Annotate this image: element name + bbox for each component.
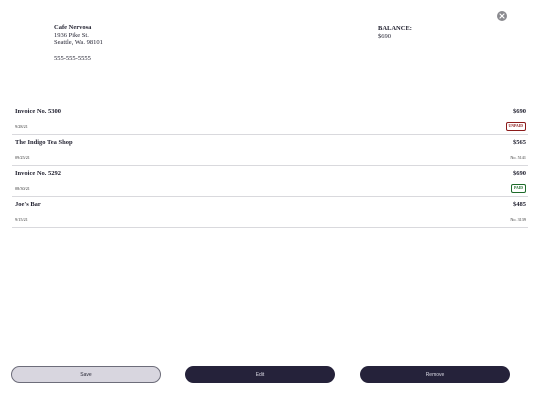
list-item[interactable]: Invoice No. 5300 $690 9/28/21 UNPAID <box>12 104 528 135</box>
row-title: The Indigo Tea Shop <box>15 139 73 146</box>
row-title: Invoice No. 5300 <box>15 108 62 115</box>
balance-summary: BALANCE: $690 <box>378 25 412 40</box>
row-title: Invoice No. 5292 <box>15 170 62 177</box>
vendor-name: Cafe Nervosa <box>54 24 92 31</box>
row-date: 08/30/21 <box>15 186 30 191</box>
balance-value: $690 <box>378 32 391 40</box>
remove-button[interactable]: Remove <box>360 366 510 383</box>
transaction-list: Invoice No. 5300 $690 9/28/21 UNPAID The… <box>12 104 528 228</box>
list-item[interactable]: Joe's Bar $485 9/15/21 No. 3139 <box>12 197 528 228</box>
row-date: 9/28/21 <box>15 124 28 129</box>
row-amount: $690 <box>513 170 526 177</box>
row-date: 09/25/21 <box>15 155 30 160</box>
close-icon <box>497 11 507 21</box>
vendor-info: Cafe Nervosa 1936 Pike St. Seattle, Wa. … <box>54 24 103 62</box>
row-title: Joe's Bar <box>15 201 41 208</box>
row-reference: No. 5141 <box>510 155 526 160</box>
row-amount: $565 <box>513 139 526 146</box>
edit-button[interactable]: Edit <box>185 366 335 383</box>
list-item[interactable]: The Indigo Tea Shop $565 09/25/21 No. 51… <box>12 135 528 166</box>
balance-label: BALANCE: <box>378 25 412 32</box>
row-amount: $485 <box>513 201 526 208</box>
status-badge: UNPAID <box>505 122 526 131</box>
vendor-address-line2: Seattle, Wa. 98101 <box>54 39 103 46</box>
invoice-detail-page: Cafe Nervosa 1936 Pike St. Seattle, Wa. … <box>0 0 540 405</box>
vendor-address-line1: 1936 Pike St. <box>54 31 89 39</box>
row-date: 9/15/21 <box>15 217 28 222</box>
row-reference: No. 3139 <box>510 217 526 222</box>
row-amount: $690 <box>513 108 526 115</box>
save-button[interactable]: Save <box>11 366 161 383</box>
close-button[interactable] <box>497 11 507 21</box>
vendor-phone: 555-555-5555 <box>54 54 91 62</box>
status-badge: PAID <box>511 184 526 193</box>
list-item[interactable]: Invoice No. 5292 $690 08/30/21 PAID <box>12 166 528 197</box>
